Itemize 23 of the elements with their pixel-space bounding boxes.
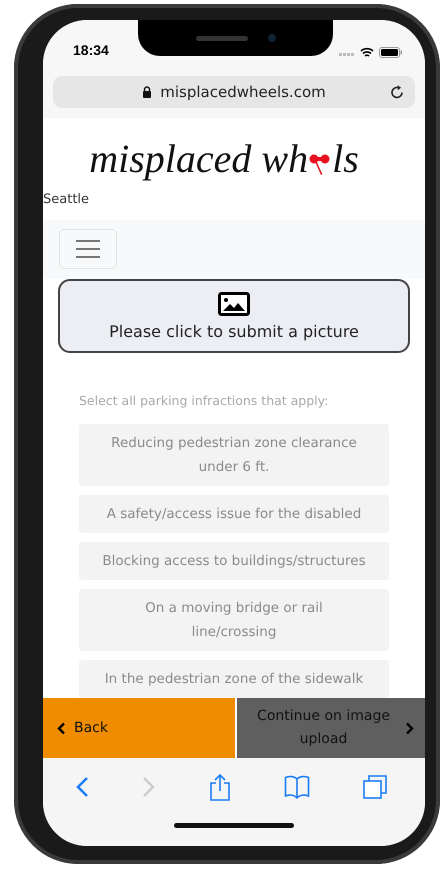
share-icon[interactable] xyxy=(209,773,231,801)
book-icon[interactable] xyxy=(284,775,310,799)
reload-icon[interactable] xyxy=(389,84,405,100)
logo-text: ls xyxy=(332,134,359,182)
city-label: Seattle xyxy=(43,191,90,209)
url-text: misplacedwheels.com xyxy=(160,83,326,101)
tabs-icon[interactable] xyxy=(363,775,387,799)
wifi-icon xyxy=(360,47,374,58)
browser-back-icon[interactable] xyxy=(75,776,89,798)
menu-icon xyxy=(75,239,101,259)
menu-button[interactable] xyxy=(59,229,117,269)
chevron-left-icon xyxy=(57,722,66,734)
battery-icon xyxy=(379,47,403,58)
continue-button[interactable]: Continue on image upload xyxy=(237,698,425,758)
upload-picture-button[interactable]: Please click to submit a picture xyxy=(58,279,410,353)
image-icon xyxy=(218,292,250,316)
lock-icon xyxy=(142,86,152,98)
instruction-text: Select all parking infractions that apply: xyxy=(79,393,330,408)
back-button[interactable]: Back xyxy=(43,698,235,758)
address-bar[interactable]: misplacedwheels.com xyxy=(53,76,415,108)
status-time: 18:34 xyxy=(73,42,109,58)
logo-text: misplaced wh xyxy=(89,134,308,182)
chevron-right-icon xyxy=(404,722,414,734)
